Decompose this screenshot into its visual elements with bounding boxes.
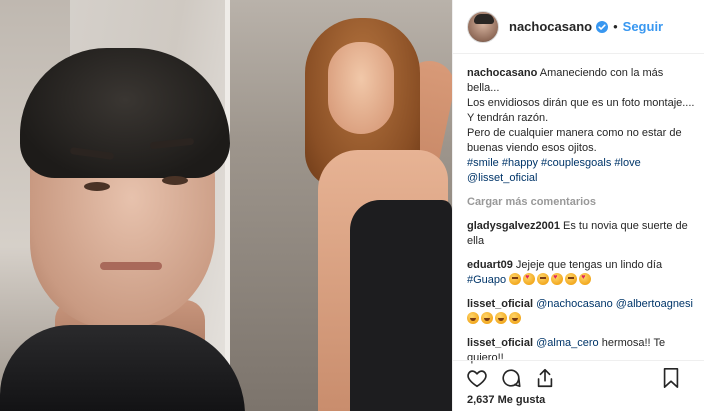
- likes-count[interactable]: 2,637 Me gusta: [467, 394, 545, 406]
- man-hair: [20, 48, 230, 178]
- laughing-emoji-icon: [467, 312, 479, 324]
- hashtag-link[interactable]: #happy: [502, 157, 538, 169]
- hashtag-link[interactable]: #smile: [467, 157, 499, 169]
- hashtag-link[interactable]: #Guapo: [467, 274, 506, 286]
- header-separator: •: [613, 19, 618, 34]
- post-header: nachocasano • Seguir: [453, 0, 704, 54]
- comment-item: lisset_oficial @nachocasano @albertoagne…: [467, 297, 697, 327]
- caption-line-4: Pero de cualquier manera como no estar d…: [467, 127, 682, 139]
- post-photo[interactable]: [0, 0, 452, 411]
- verified-badge-icon: [596, 20, 609, 33]
- comment-text: ella: [467, 235, 485, 247]
- laughing-emoji-icon: [509, 312, 521, 324]
- heart-eyes-emoji-icon: [579, 273, 592, 285]
- mention-link[interactable]: @albertoagnesi: [616, 298, 693, 310]
- heart-eyes-emoji-icon: [551, 273, 564, 285]
- mention-link[interactable]: @lisset_oficial: [467, 171, 697, 186]
- poster-figure-top: [350, 200, 452, 411]
- laughing-emoji-icon: [481, 312, 493, 324]
- poster-figure-face: [328, 42, 394, 134]
- hashtag-link[interactable]: #love: [614, 157, 640, 169]
- mention-link[interactable]: @alma_cero: [536, 337, 599, 349]
- load-more-comments-button[interactable]: Cargar más comentarios: [467, 195, 697, 210]
- caption-line-2: Los envidiosos dirán que es un foto mont…: [467, 97, 695, 109]
- comment-username[interactable]: lisset_oficial: [467, 337, 533, 349]
- comment-bubble-icon[interactable]: [499, 366, 523, 390]
- man-mouth: [100, 262, 162, 270]
- caption: nachocasano Amaneciendo con la más bella…: [467, 66, 697, 186]
- man-eye-right: [162, 176, 188, 185]
- laughing-emoji-icon: [495, 312, 507, 324]
- man-jacket: [0, 325, 245, 411]
- post-sidebar: nachocasano • Seguir nachocasano Amaneci…: [452, 0, 704, 411]
- caption-line-3: Y tendrán razón.: [467, 112, 549, 124]
- heart-outline-icon[interactable]: [465, 366, 489, 390]
- share-icon[interactable]: [533, 366, 557, 390]
- kiss-emoji-icon: [537, 273, 550, 285]
- author-username[interactable]: nachocasano: [509, 19, 592, 34]
- bookmark-icon[interactable]: [659, 366, 683, 390]
- follow-button[interactable]: Seguir: [623, 19, 663, 34]
- comment-text: Jejeje que tengas un lindo día: [515, 259, 663, 271]
- caption-username[interactable]: nachocasano: [467, 67, 537, 79]
- post-actions-bar: [453, 360, 704, 394]
- comment-username[interactable]: gladysgalvez2001: [467, 220, 560, 232]
- kiss-emoji-icon: [509, 273, 522, 285]
- heart-eyes-emoji-icon: [523, 273, 536, 285]
- comment-text: hermosa!! Te: [601, 337, 666, 349]
- kiss-emoji-icon: [565, 273, 578, 285]
- comment-text: Es tu novia que suerte de: [563, 220, 688, 232]
- comment-username[interactable]: lisset_oficial: [467, 298, 533, 310]
- hashtag-link[interactable]: #couplesgoals: [541, 157, 611, 169]
- avatar[interactable]: [467, 10, 499, 43]
- comment-item: gladysgalvez2001 Es tu novia que suerte …: [467, 219, 697, 249]
- man-eye-left: [84, 182, 110, 191]
- comment-username[interactable]: eduart09: [467, 259, 513, 271]
- comments-section: nachocasano Amaneciendo con la más bella…: [467, 66, 697, 366]
- mention-link[interactable]: @nachocasano: [536, 298, 613, 310]
- comment-item: eduart09 Jejeje que tengas un lindo día …: [467, 258, 697, 288]
- caption-line-5: buenas viendo esos ojitos.: [467, 142, 597, 154]
